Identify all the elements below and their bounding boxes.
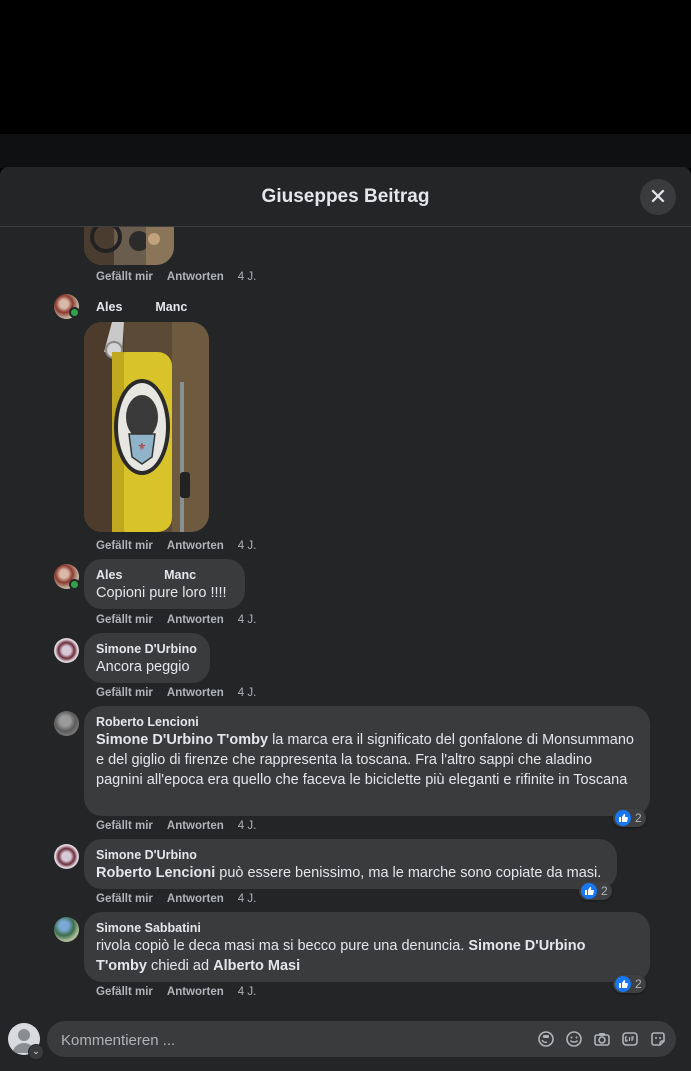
reply-link[interactable]: Antworten — [167, 820, 224, 832]
avatar[interactable] — [54, 917, 79, 942]
gif-icon[interactable] — [621, 1030, 639, 1048]
timestamp[interactable]: 4 J. — [238, 540, 257, 552]
mention-link[interactable]: Simone D'Urbino T'omby — [96, 732, 268, 748]
dialog-header: Giuseppes Beitrag ✕ — [0, 167, 691, 227]
reply-link[interactable]: Antworten — [167, 893, 224, 905]
mention-link[interactable]: Roberto Lencioni — [96, 865, 215, 881]
svg-text:⚜: ⚜ — [138, 442, 147, 453]
media-backdrop — [0, 0, 691, 134]
comment-text: Simone D'Urbino T'omby la marca era il s… — [96, 730, 638, 790]
like-link[interactable]: Gefällt mir — [96, 540, 153, 552]
like-icon — [615, 976, 631, 992]
comment-body: rivola copiò le deca masi ma si becco pu… — [96, 938, 469, 954]
like-icon — [581, 883, 597, 899]
close-icon: ✕ — [648, 184, 668, 209]
chevron-down-icon[interactable]: ⌄ — [28, 1044, 44, 1060]
comment-text: Copioni pure loro !!!! — [96, 585, 227, 601]
comment-author[interactable]: Roberto Lencioni — [96, 714, 638, 730]
comment-text: Roberto Lencioni può essere benissimo, m… — [96, 863, 605, 883]
author-first-name: Ales — [96, 300, 123, 314]
comment-photo[interactable]: ⚜ — [84, 322, 209, 532]
reaction-count[interactable]: 2 — [613, 809, 646, 827]
comment-actions: Gefällt mir Antworten 4 J. — [96, 271, 270, 283]
avatar[interactable] — [54, 711, 79, 736]
comment-author[interactable]: Ales Manc — [96, 567, 233, 583]
comment-actions: Gefällt mir Antworten 4 J. — [96, 687, 270, 699]
reply-link[interactable]: Antworten — [167, 540, 224, 552]
comment-actions: Gefällt mir Antworten 4 J. — [96, 986, 270, 998]
like-link[interactable]: Gefällt mir — [96, 986, 153, 998]
like-link[interactable]: Gefällt mir — [96, 687, 153, 699]
timestamp[interactable]: 4 J. — [238, 687, 257, 699]
like-link[interactable]: Gefällt mir — [96, 893, 153, 905]
comment-body: può essere benissimo, ma le marche sono … — [215, 865, 602, 881]
reaction-count-value: 2 — [601, 884, 608, 898]
comment-bubble: Simone Sabbatini rivola copiò le deca ma… — [84, 912, 650, 982]
comment-author[interactable]: Simone D'Urbino — [96, 847, 605, 863]
timestamp[interactable]: 4 J. — [238, 271, 257, 283]
like-link[interactable]: Gefällt mir — [96, 271, 153, 283]
emoji-icon[interactable] — [565, 1030, 583, 1048]
reply-link[interactable]: Antworten — [167, 614, 224, 626]
comment-input[interactable] — [59, 1021, 523, 1059]
comment-bubble: Simone D'Urbino Roberto Lencioni può ess… — [84, 839, 617, 889]
comment-body: chiedi ad — [146, 958, 214, 974]
avatar[interactable] — [54, 844, 79, 869]
like-link[interactable]: Gefällt mir — [96, 820, 153, 832]
avatar-sticker-icon[interactable] — [649, 1030, 667, 1048]
comment-bubble: Ales Manc Copioni pure loro !!!! — [84, 559, 245, 609]
backdrop-strip — [0, 134, 691, 168]
comment-text: Ancora peggio — [96, 659, 190, 675]
comment-actions: Gefällt mir Antworten 4 J. — [96, 540, 270, 552]
comment-text: rivola copiò le deca masi ma si becco pu… — [96, 936, 638, 976]
post-dialog: Giuseppes Beitrag ✕ Gefällt mir Antworten… — [0, 167, 691, 1071]
comment-bubble: Simone D'Urbino Ancora peggio — [84, 633, 210, 683]
timestamp[interactable]: 4 J. — [238, 614, 257, 626]
reply-link[interactable]: Antworten — [167, 687, 224, 699]
comment-author[interactable]: Ales Manc — [96, 300, 187, 314]
reply-link[interactable]: Antworten — [167, 986, 224, 998]
comments-list[interactable]: Gefällt mir Antworten 4 J. Ales Manc ⚜ G… — [0, 227, 691, 1014]
timestamp[interactable]: 4 J. — [238, 893, 257, 905]
sticker-icon[interactable] — [537, 1030, 555, 1048]
comment-photo-cropped[interactable] — [84, 227, 174, 265]
comment-author[interactable]: Simone Sabbatini — [96, 920, 638, 936]
comment-author[interactable]: Simone D'Urbino — [96, 641, 198, 657]
online-status-dot — [69, 579, 80, 590]
comment-actions: Gefällt mir Antworten 4 J. — [96, 614, 270, 626]
comment-bubble: Roberto Lencioni Simone D'Urbino T'omby … — [84, 706, 650, 816]
timestamp[interactable]: 4 J. — [238, 986, 257, 998]
reaction-count[interactable]: 2 — [613, 975, 646, 993]
reaction-count-value: 2 — [635, 977, 642, 991]
reaction-count[interactable]: 2 — [579, 882, 612, 900]
mention-link[interactable]: Alberto Masi — [213, 958, 300, 974]
comment-input-box[interactable] — [47, 1021, 676, 1059]
like-link[interactable]: Gefällt mir — [96, 614, 153, 626]
reaction-count-value: 2 — [635, 811, 642, 825]
timestamp[interactable]: 4 J. — [238, 820, 257, 832]
comment-actions: Gefällt mir Antworten 4 J. — [96, 893, 270, 905]
comment-actions: Gefällt mir Antworten 4 J. — [96, 820, 270, 832]
camera-icon[interactable] — [593, 1030, 611, 1048]
reply-link[interactable]: Antworten — [167, 271, 224, 283]
avatar[interactable] — [54, 638, 79, 663]
like-icon — [615, 810, 631, 826]
dialog-title: Giuseppes Beitrag — [261, 186, 430, 207]
online-status-dot — [69, 307, 80, 318]
comment-composer: ⌄ — [0, 1014, 691, 1071]
close-button[interactable]: ✕ — [640, 179, 676, 215]
author-last-name: Manc — [155, 300, 188, 314]
